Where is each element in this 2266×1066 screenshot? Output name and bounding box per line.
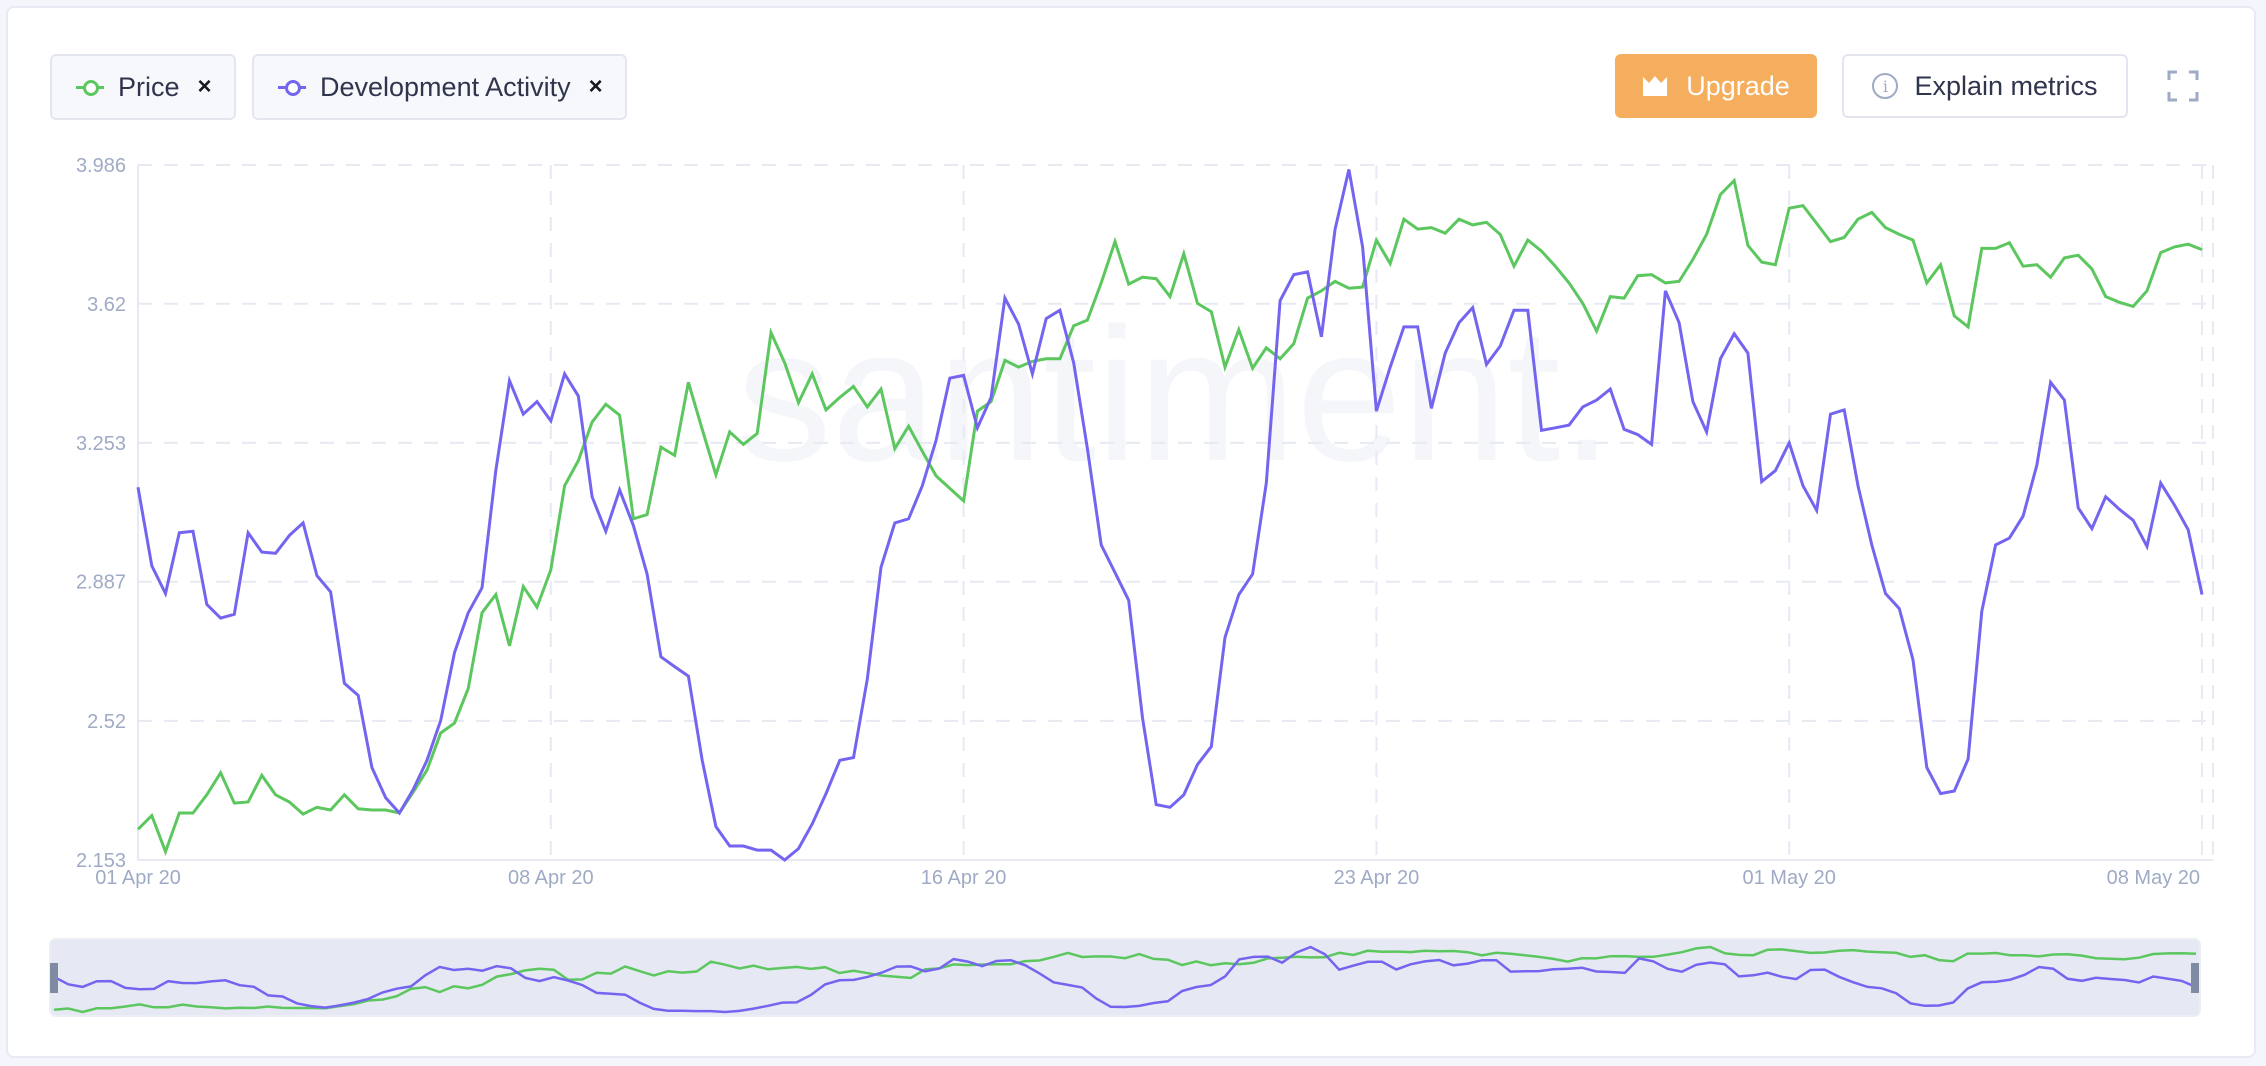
navigator-window bbox=[49, 938, 2201, 1017]
x-tick-label: 23 Apr 20 bbox=[1334, 867, 1420, 889]
y-tick-label: 2.887 bbox=[76, 572, 126, 594]
x-tick-label: 01 Apr 20 bbox=[95, 867, 181, 889]
x-axis: 01 Apr 20 08 Apr 20 16 Apr 20 23 Apr 20 01 M… bbox=[95, 867, 2200, 889]
line-chart: santiment. 3.9863.623.2532.8872.522.153 … bbox=[49, 155, 2214, 1017]
x-tick-label: 08 Apr 20 bbox=[508, 867, 594, 889]
x-tick-label: 08 May 20 bbox=[2107, 867, 2200, 889]
navigator-handle-right[interactable] bbox=[2191, 963, 2199, 993]
development-activity-line bbox=[136, 169, 2204, 862]
x-tick-label: 16 Apr 20 bbox=[921, 867, 1007, 889]
navigator-handle-left[interactable] bbox=[50, 963, 58, 993]
plot-lines bbox=[136, 169, 2204, 862]
navigator[interactable] bbox=[49, 938, 2201, 1017]
grid bbox=[137, 164, 2214, 861]
y-tick-label: 3.253 bbox=[76, 433, 126, 455]
y-tick-label: 2.52 bbox=[87, 711, 126, 733]
price-line bbox=[136, 177, 2203, 857]
watermark: santiment. bbox=[737, 289, 1614, 501]
y-tick-label: 3.62 bbox=[87, 294, 126, 316]
y-tick-label: 3.986 bbox=[76, 155, 126, 177]
y-axis: 3.9863.623.2532.8872.522.153 bbox=[76, 155, 126, 872]
x-tick-label: 01 May 20 bbox=[1743, 867, 1836, 889]
